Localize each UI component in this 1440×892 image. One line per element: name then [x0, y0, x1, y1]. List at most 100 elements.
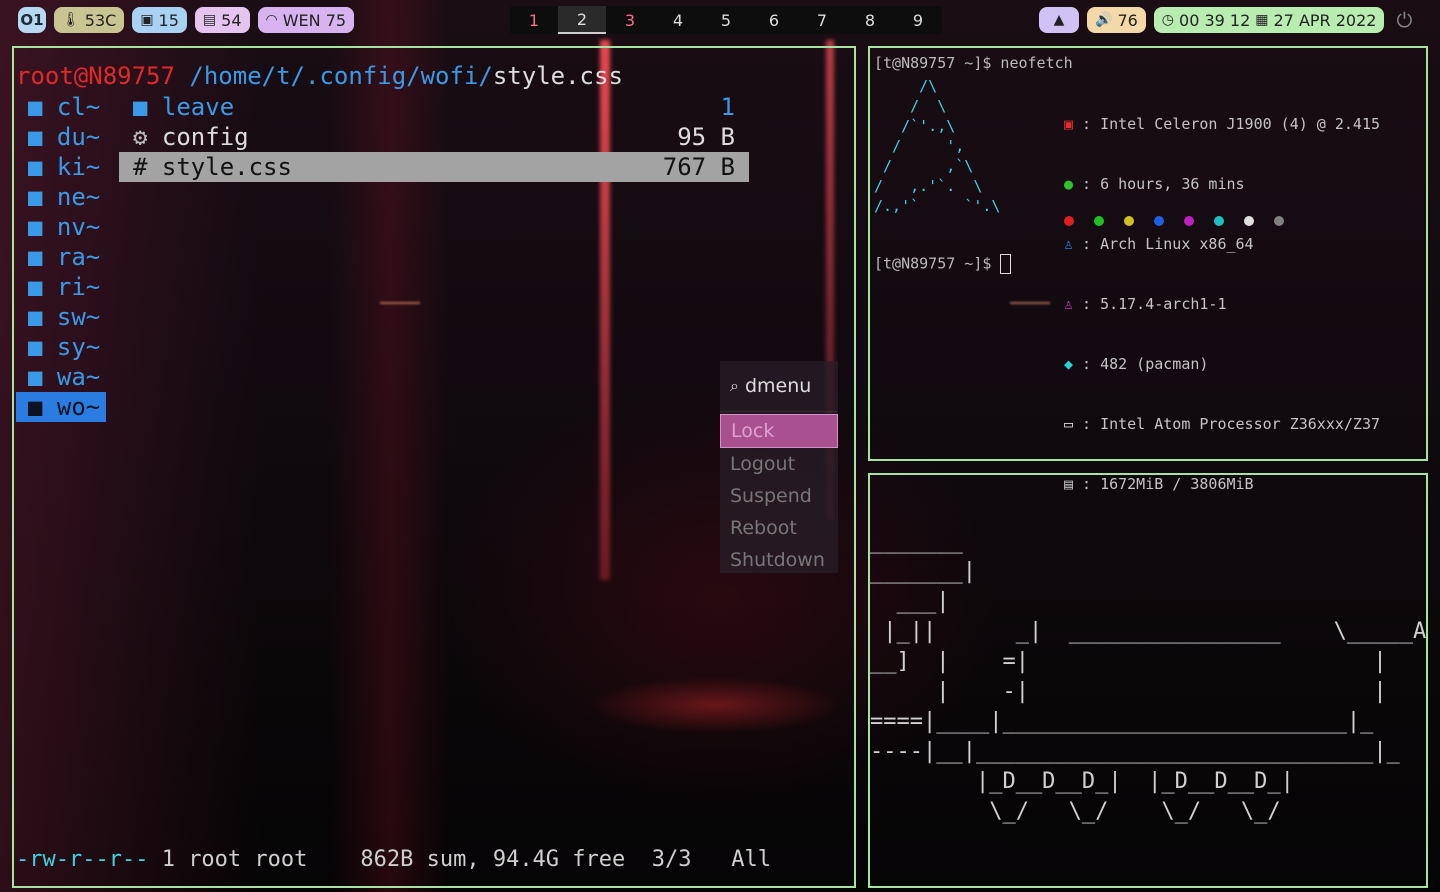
dir-item[interactable]: ■ ra~ [16, 242, 106, 272]
folder-icon: ■ [133, 93, 148, 121]
cpu-icon: ▣ [1064, 115, 1074, 133]
power-menu: ⌕ dmenu Lock Logout Suspend Reboot Shutd… [720, 361, 838, 573]
sl-train-terminal[interactable]: _______ _______| ___| |_|| _| __________… [868, 473, 1428, 888]
workspace-1[interactable]: 1 [510, 6, 558, 34]
dir-item[interactable]: ■ sw~ [16, 302, 106, 332]
clock-icon: ● [1064, 175, 1074, 193]
dir-label: sw~ [56, 303, 101, 331]
menu-item-lock[interactable]: Lock [720, 414, 838, 448]
topbar-right: ▲ 🔊 76 ◷ 00 39 12 ▦ 27 APR 2022 ⏻ [1039, 6, 1412, 34]
menu-item-logout[interactable]: Logout [720, 448, 838, 480]
dir-item[interactable]: ■ ri~ [16, 272, 106, 302]
file-row-selected[interactable]: # style.css 767 B [119, 152, 749, 182]
monitor-icon: ▭ [1064, 415, 1074, 433]
wifi-widget[interactable]: ◠ WEN 75 [257, 7, 355, 33]
volume-widget[interactable]: 🔊 76 [1087, 7, 1146, 33]
dir-label: wa~ [56, 363, 101, 391]
menu-search-text: dmenu [744, 375, 812, 397]
wallpaper-button[interactable]: ▲ [1039, 7, 1079, 33]
folder-icon: ■ [28, 243, 57, 271]
memory-widget[interactable]: ▤ 54 [194, 7, 250, 33]
folder-icon: ■ [28, 93, 57, 121]
workspace-switcher: 1 2 3 4 5 6 7 8 9 [510, 6, 942, 34]
clock-date: 27 APR 2022 [1273, 10, 1377, 30]
file-name: style.css [161, 153, 292, 181]
terminal-prompt[interactable]: [t@N89757 ~]$ [874, 254, 1012, 274]
menu-search[interactable]: ⌕ dmenu [720, 361, 838, 412]
text-cursor [1000, 254, 1012, 274]
palette-dot [1244, 216, 1254, 226]
folder-icon: ■ [28, 183, 57, 211]
package-icon: ◆ [1064, 355, 1074, 373]
memory-icon: ▤ [202, 12, 217, 28]
folder-icon: ■ [28, 273, 57, 301]
folder-icon: ■ [28, 213, 57, 241]
menu-item-shutdown[interactable]: Shutdown [720, 544, 838, 576]
search-icon: ⌕ [730, 376, 739, 395]
workspace-3[interactable]: 3 [606, 6, 654, 34]
dir-item[interactable]: ■ ki~ [16, 152, 106, 182]
workspace-9[interactable]: 9 [894, 6, 942, 34]
info-uptime: ●: 6 hours, 36 mins [1064, 175, 1245, 193]
file-row[interactable]: ■ leave 1 [119, 92, 749, 122]
path-dir: /home/t/.config/wofi/ [189, 62, 493, 90]
folder-icon: ■ [28, 153, 57, 181]
folder-icon: ■ [28, 393, 57, 421]
folder-icon: ■ [28, 333, 57, 361]
file-permissions: -rw-r--r-- [16, 847, 149, 872]
neofetch-terminal[interactable]: [t@N89757 ~]$ neofetch /\ / \ /`'.,\ / '… [868, 46, 1428, 493]
dir-item[interactable]: ■ ne~ [16, 182, 106, 212]
workspace-6[interactable]: 6 [750, 6, 798, 34]
mountain-icon: ▲ [1053, 12, 1065, 28]
file-row[interactable]: ⚙ config 95 B [119, 122, 749, 152]
info-value: 6 hours, 36 mins [1100, 175, 1245, 193]
cpu-widget[interactable]: ▣ 15 [132, 7, 187, 33]
file-name: leave [161, 93, 235, 121]
palette-dot [1184, 216, 1194, 226]
dir-item[interactable]: ■ wa~ [16, 362, 106, 392]
file-size: 767 B [662, 153, 735, 181]
path-file: style.css [492, 62, 623, 90]
dir-label: cl~ [56, 93, 101, 121]
workspace-4[interactable]: 4 [654, 6, 702, 34]
cpu-value: 15 [158, 10, 179, 30]
workspace-5[interactable]: 5 [702, 6, 750, 34]
palette-dot [1064, 216, 1074, 226]
dir-item[interactable]: ■ nv~ [16, 212, 106, 242]
terminal-command: [t@N89757 ~]$ neofetch [874, 54, 1073, 72]
menu-item-reboot[interactable]: Reboot [720, 512, 838, 544]
arch-icon: ♙ [1064, 235, 1074, 253]
parent-directory-column: ■ cl~ ■ du~ ■ ki~ ■ ne~ ■ nv~ ■ ra~ ■ ri… [16, 92, 106, 422]
file-name: config [161, 123, 249, 151]
folder-icon: ■ [28, 303, 57, 331]
workspace-8[interactable]: 8 [846, 6, 894, 34]
kernel-icon: ♙ [1064, 295, 1074, 313]
hash-icon: # [133, 153, 148, 181]
folder-icon: ■ [28, 123, 57, 151]
info-kernel: ♙: 5.17.4-arch1-1 [1064, 295, 1227, 313]
workspace-2[interactable]: 2 [558, 6, 606, 34]
dir-item[interactable]: ■ sy~ [16, 332, 106, 362]
memory-value: 54 [221, 10, 242, 30]
dir-item-selected[interactable]: ■ wo~ [16, 392, 106, 422]
dir-label: ra~ [56, 243, 101, 271]
palette-dot [1124, 216, 1134, 226]
palette-dot [1214, 216, 1224, 226]
launcher-button[interactable]: O1 [18, 7, 46, 33]
info-value: 482 (pacman) [1100, 355, 1209, 373]
menu-item-suspend[interactable]: Suspend [720, 480, 838, 512]
arch-logo-art: /\ / \ /`'.,\ / ', / ,`\ / ,.'`. \ /.,'`… [874, 77, 1001, 215]
wifi-value: WEN 75 [282, 10, 347, 30]
dir-item[interactable]: ■ cl~ [16, 92, 106, 122]
power-icon[interactable]: ⏻ [1396, 8, 1412, 32]
info-cpu: ▣: Intel Celeron J1900 (4) @ 2.415 [1064, 115, 1381, 133]
info-value: Intel Celeron J1900 (4) @ 2.415 [1100, 115, 1381, 133]
speaker-icon: 🔊 [1095, 12, 1113, 28]
palette-dot [1094, 216, 1104, 226]
clock-icon: ◷ [1161, 12, 1175, 28]
info-os: ♙: Arch Linux x86_64 [1064, 235, 1254, 253]
dir-item[interactable]: ■ du~ [16, 122, 106, 152]
workspace-7[interactable]: 7 [798, 6, 846, 34]
clock-widget[interactable]: ◷ 00 39 12 ▦ 27 APR 2022 [1153, 7, 1385, 33]
temperature-widget[interactable]: 🌡 53C [54, 7, 125, 33]
